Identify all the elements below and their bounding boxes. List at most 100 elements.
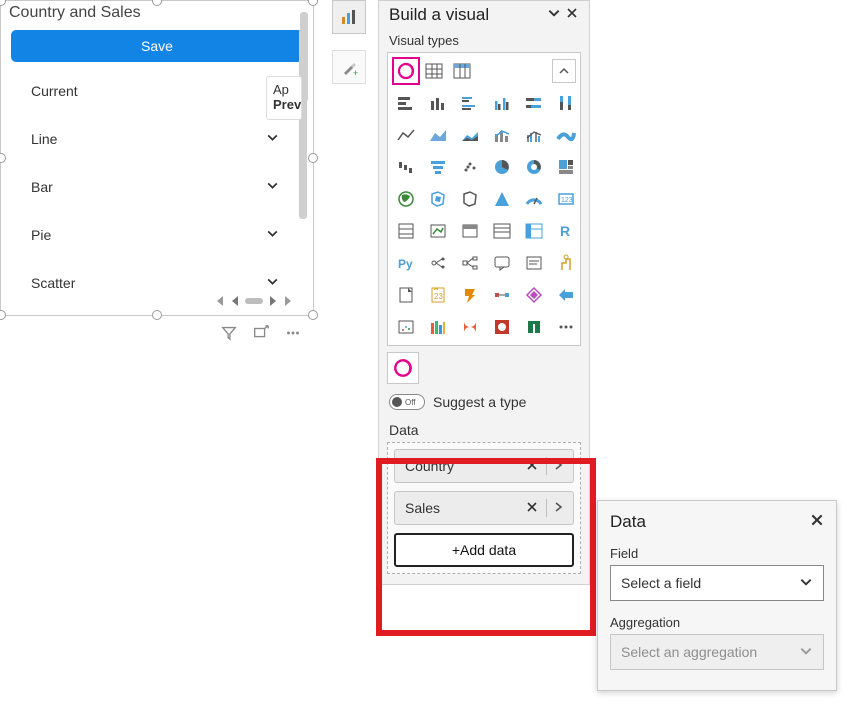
svg-text:123: 123 <box>561 197 573 204</box>
visual-type-custom1-icon[interactable] <box>392 313 420 341</box>
visual-type-app-icon[interactable] <box>520 281 548 309</box>
resize-handle[interactable] <box>308 310 318 320</box>
section-current[interactable]: Current <box>11 67 299 115</box>
add-data-label: +Add data <box>452 542 516 558</box>
visual-type-recent[interactable] <box>387 352 419 384</box>
visual-type-custom4-icon[interactable] <box>488 313 516 341</box>
pager-last-icon[interactable] <box>269 296 277 306</box>
suggest-label: Suggest a type <box>433 394 526 410</box>
visual-type-r-script-icon[interactable]: R <box>552 217 580 245</box>
visual-type-kpi-icon[interactable] <box>424 217 452 245</box>
visual-type-more-icon[interactable] <box>552 313 580 341</box>
visual-type-funnel-icon[interactable] <box>424 153 452 181</box>
visual-type-matrix2-icon[interactable] <box>520 217 548 245</box>
format-visual-tab-icon[interactable]: + <box>332 50 366 84</box>
toggle-state: Off <box>405 398 416 407</box>
visual-type-filled-map-icon[interactable] <box>424 185 452 213</box>
visual-type-stacked-area-icon[interactable] <box>456 121 484 149</box>
svg-text:+: + <box>353 68 358 77</box>
visual-type-powerapps-icon[interactable] <box>456 281 484 309</box>
visual-type-shape-map-icon[interactable] <box>456 185 484 213</box>
visual-type-scatter-icon[interactable] <box>456 153 484 181</box>
visual-type-multi-row-card-icon[interactable] <box>392 217 420 245</box>
focus-mode-icon[interactable] <box>252 324 270 347</box>
build-visual-tab-icon[interactable] <box>332 0 366 34</box>
visual-type-arcgis-icon[interactable]: 23 <box>424 281 452 309</box>
visual-type-area-icon[interactable] <box>424 121 452 149</box>
visual-type-clustered-column-icon[interactable] <box>488 89 516 117</box>
visual-type-goals-icon[interactable] <box>552 249 580 277</box>
field-menu-icon[interactable] <box>551 500 565 516</box>
resize-handle[interactable] <box>0 153 6 163</box>
field-select[interactable]: Select a field <box>610 565 824 601</box>
apply-preview-card[interactable]: Ap Previ <box>266 76 302 120</box>
pager-prev-icon[interactable] <box>215 295 225 307</box>
visual-type-custom3-icon[interactable] <box>456 313 484 341</box>
visual-type-decomposition-tree-icon[interactable] <box>456 249 484 277</box>
more-options-icon[interactable] <box>284 324 302 347</box>
visual-type-treemap-icon[interactable] <box>552 153 580 181</box>
close-icon[interactable] <box>563 6 581 24</box>
save-button[interactable]: Save <box>11 30 303 62</box>
visual-type-key-influencers-icon[interactable] <box>424 249 452 277</box>
apply-line2: Previ <box>273 97 295 112</box>
chevron-down-icon <box>799 575 813 592</box>
visual-type-donut-icon[interactable] <box>520 153 548 181</box>
field-pill-country[interactable]: Country <box>394 449 574 483</box>
field-pill-sales[interactable]: Sales <box>394 491 574 525</box>
visual-type-card-icon[interactable]: 123 <box>552 185 580 213</box>
resize-handle[interactable] <box>152 310 162 320</box>
collapse-icon[interactable] <box>545 6 563 25</box>
visual-type-line-icon[interactable] <box>392 121 420 149</box>
visual-type-table-icon[interactable] <box>420 57 448 85</box>
visual-type-selected[interactable] <box>392 57 420 85</box>
aggregation-select[interactable]: Select an aggregation <box>610 634 824 670</box>
data-field-well[interactable]: Country Sales +Add data <box>387 442 581 574</box>
visual-type-ribbon-icon[interactable] <box>552 121 580 149</box>
visual-type-pie-icon[interactable] <box>488 153 516 181</box>
suggest-type-toggle[interactable]: Off <box>389 394 425 410</box>
resize-handle[interactable] <box>308 153 318 163</box>
visual-type-100-stacked-bar-icon[interactable] <box>520 89 548 117</box>
visual-type-slicer-icon[interactable] <box>456 217 484 245</box>
remove-field-icon[interactable] <box>522 500 542 516</box>
filter-icon[interactable] <box>220 324 238 347</box>
visual-type-getmore-icon[interactable] <box>552 281 580 309</box>
visual-type-gauge-icon[interactable] <box>520 185 548 213</box>
visual-type-table2-icon[interactable] <box>488 217 516 245</box>
visual-type-qa-icon[interactable] <box>488 249 516 277</box>
resize-handle[interactable] <box>0 310 6 320</box>
visual-type-waterfall-icon[interactable] <box>392 153 420 181</box>
close-icon[interactable] <box>810 511 824 532</box>
visual-type-stacked-bar-icon[interactable] <box>392 89 420 117</box>
visual-type-custom5-icon[interactable] <box>520 313 548 341</box>
field-menu-icon[interactable] <box>551 458 565 474</box>
visual-type-paginated-report-icon[interactable] <box>392 281 420 309</box>
pager-next-icon[interactable] <box>283 295 293 307</box>
visual-type-map-icon[interactable] <box>392 185 420 213</box>
section-label: Bar <box>31 179 266 195</box>
pager-first-icon[interactable] <box>231 296 239 306</box>
visual-type-powerautomate-icon[interactable] <box>488 281 516 309</box>
visual-type-100-stacked-column-icon[interactable] <box>552 89 580 117</box>
resize-handle[interactable] <box>308 0 318 6</box>
remove-field-icon[interactable] <box>522 458 542 474</box>
visual-type-python-icon[interactable]: Py <box>392 249 420 277</box>
section-line[interactable]: Line <box>11 115 299 163</box>
aggregation-placeholder: Select an aggregation <box>621 644 799 660</box>
section-pie[interactable]: Pie <box>11 211 299 259</box>
visual-type-stacked-column-icon[interactable] <box>424 89 452 117</box>
visual-type-smart-narrative-icon[interactable] <box>520 249 548 277</box>
visual-type-clustered-bar-icon[interactable] <box>456 89 484 117</box>
tile-body: Current Line Bar Pie Scatter <box>11 67 299 309</box>
visual-type-custom2-icon[interactable] <box>424 313 452 341</box>
visual-type-line-clustered-column-icon[interactable] <box>520 121 548 149</box>
visual-type-matrix-icon[interactable] <box>448 57 476 85</box>
add-data-button[interactable]: +Add data <box>394 533 574 567</box>
apply-line1: Ap <box>273 82 295 97</box>
section-bar[interactable]: Bar <box>11 163 299 211</box>
visual-type-azure-map-icon[interactable] <box>488 185 516 213</box>
visual-type-line-stacked-column-icon[interactable] <box>488 121 516 149</box>
visual-types-collapse-icon[interactable] <box>552 59 576 83</box>
visual-tile[interactable]: Country and Sales Save Current Line Bar … <box>0 0 314 316</box>
